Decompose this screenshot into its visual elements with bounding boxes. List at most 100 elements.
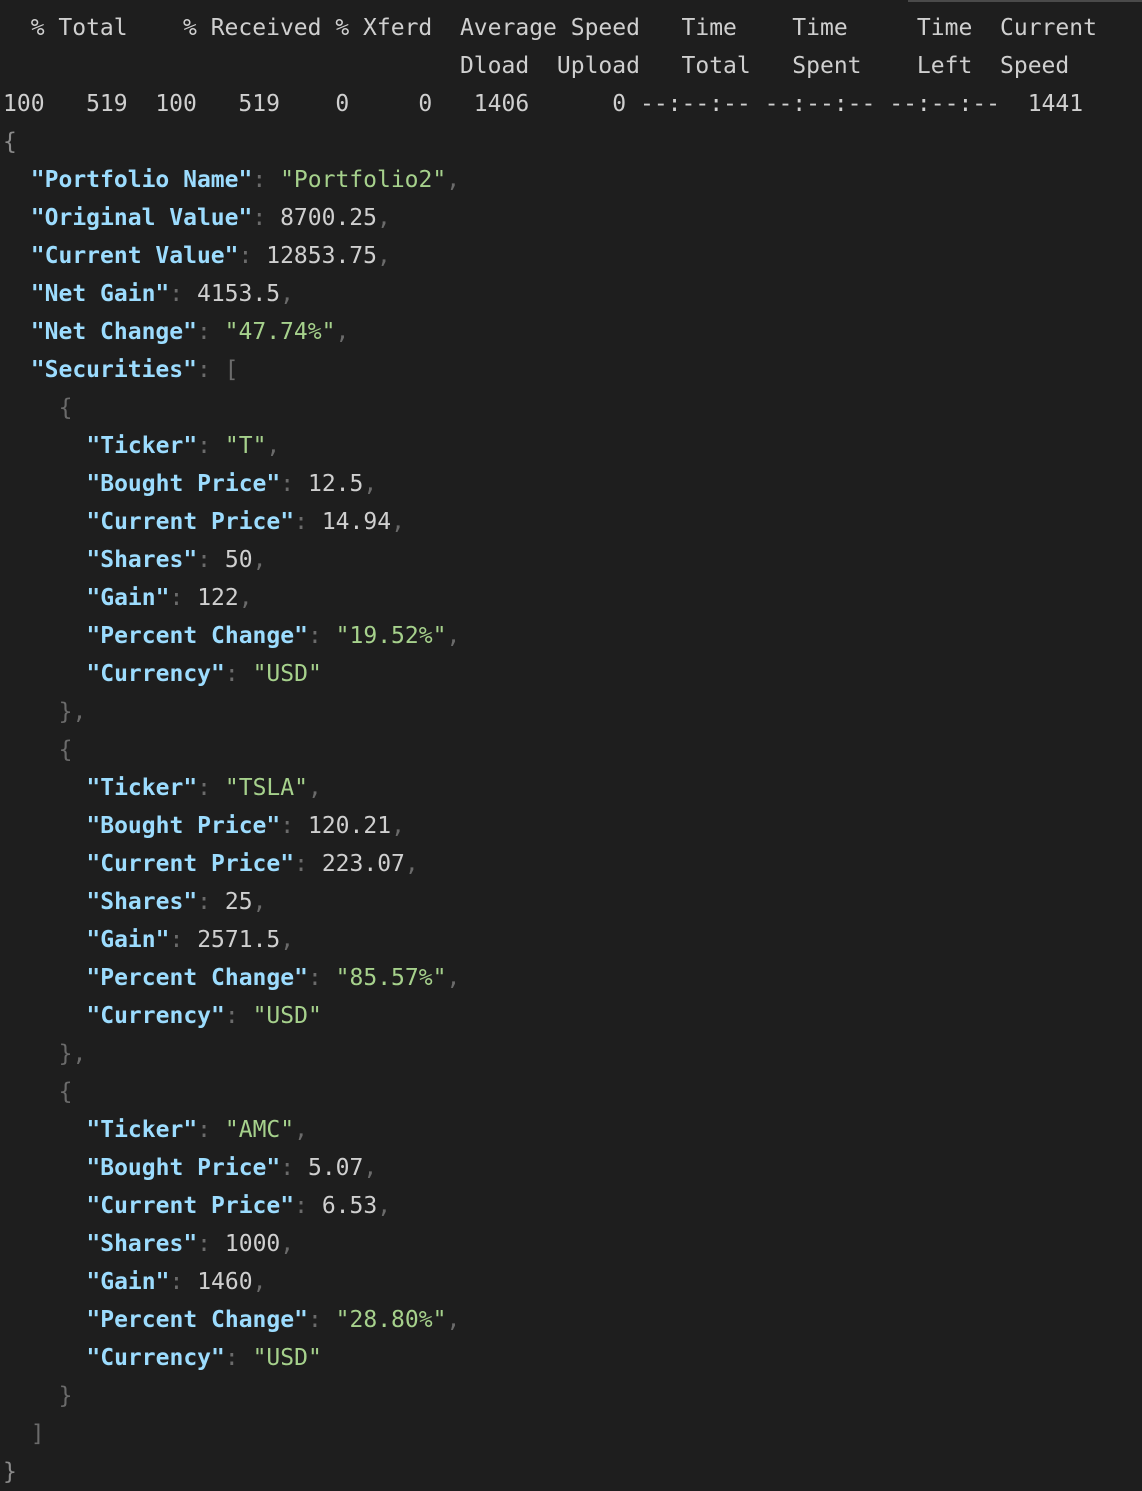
security-field-row: "Ticker": "TSLA", — [86, 769, 321, 807]
security-close-brace: } — [59, 1377, 73, 1415]
json-comma: , — [446, 167, 461, 193]
json-value: 6.53 — [321, 1193, 378, 1219]
json-colon: : — [197, 547, 225, 573]
json-value: "19.52%" — [335, 623, 447, 649]
json-value: "28.80%" — [335, 1307, 447, 1333]
security-field-row: "Current Price": 223.07, — [86, 845, 418, 883]
json-key: "Bought Price" — [86, 1155, 281, 1181]
bracket: [ — [224, 357, 239, 383]
brace: { — [58, 737, 73, 763]
security-open-brace: { — [59, 1073, 73, 1111]
json-comma: , — [377, 205, 391, 231]
json-colon: : — [307, 1307, 336, 1333]
security-field-row: "Currency": "USD" — [86, 1339, 321, 1377]
brace: }, — [58, 699, 87, 725]
security-field-row: "Current Price": 14.94, — [86, 503, 405, 541]
json-comma: , — [307, 775, 322, 801]
window-top-edge — [908, 0, 1142, 2]
json-value: 12853.75 — [266, 243, 377, 269]
json-colon: : — [197, 1117, 225, 1143]
json-comma: , — [280, 1231, 295, 1257]
security-field-row: "Shares": 25, — [86, 883, 266, 921]
security-field-row: "Gain": 2571.5, — [86, 921, 294, 959]
json-colon: : — [197, 775, 225, 801]
json-comma: , — [377, 243, 391, 269]
json-colon: : — [197, 889, 225, 915]
json-key: "Current Price" — [86, 1193, 295, 1219]
json-comma: , — [363, 1155, 378, 1181]
portfolio-field-row: "Original Value": 8700.25, — [31, 199, 391, 237]
json-colon: : — [294, 509, 322, 535]
json-value: "USD" — [252, 1345, 322, 1371]
security-field-row: "Bought Price": 120.21, — [86, 807, 405, 845]
security-field-row: "Percent Change": "85.57%", — [86, 959, 460, 997]
portfolio-field-row: "Current Value": 12853.75, — [31, 237, 391, 275]
json-key: "Original Value" — [30, 205, 253, 231]
securities-key-row: "Securities": [ — [31, 351, 239, 389]
json-comma: , — [335, 319, 350, 345]
brace: } — [58, 1383, 73, 1409]
json-value: 120.21 — [307, 813, 392, 839]
json-comma: , — [391, 509, 405, 535]
security-field-row: "Percent Change": "28.80%", — [86, 1301, 460, 1339]
json-key: "Shares" — [86, 547, 198, 573]
json-comma: , — [446, 965, 461, 991]
security-close-brace: }, — [59, 1035, 87, 1073]
bracket: ] — [30, 1421, 45, 1447]
json-value: "85.57%" — [335, 965, 447, 991]
json-colon: : — [252, 167, 281, 193]
json-colon: : — [196, 357, 225, 383]
json-value: "TSLA" — [224, 775, 308, 801]
json-value: 1000 — [224, 1231, 281, 1257]
brace: { — [58, 1079, 73, 1105]
json-value: "USD" — [252, 661, 322, 687]
json-value: "AMC" — [224, 1117, 295, 1143]
json-key: "Securities" — [30, 357, 197, 383]
json-key: "Portfolio Name" — [30, 167, 253, 193]
json-comma: , — [404, 851, 419, 877]
security-field-row: "Ticker": "T", — [86, 427, 280, 465]
json-value: 122 — [197, 585, 239, 611]
json-colon: : — [294, 1193, 322, 1219]
json-colon: : — [224, 1003, 253, 1029]
json-key: "Net Change" — [30, 319, 197, 345]
json-value: 50 — [224, 547, 253, 573]
security-field-row: "Bought Price": 5.07, — [86, 1149, 377, 1187]
json-value: 25 — [224, 889, 253, 915]
json-comma: , — [266, 433, 281, 459]
security-open-brace: { — [59, 389, 73, 427]
json-open-brace: { — [3, 123, 17, 161]
json-key: "Shares" — [86, 889, 198, 915]
json-value: 1460 — [197, 1269, 253, 1295]
json-colon: : — [197, 433, 225, 459]
json-comma: , — [280, 281, 294, 307]
json-key: "Ticker" — [86, 433, 198, 459]
json-close-brace: } — [3, 1453, 17, 1491]
json-key: "Gain" — [86, 1269, 170, 1295]
security-field-row: "Ticker": "AMC", — [86, 1111, 308, 1149]
json-key: "Percent Change" — [86, 965, 308, 991]
curl-progress-line: 100 519 100 519 0 0 1406 0 --:--:-- --:-… — [3, 91, 1084, 117]
json-colon: : — [169, 585, 198, 611]
curl-header-line-2: Dload Upload Total Spent Left Speed — [3, 53, 1070, 79]
json-key: "Currency" — [86, 1003, 225, 1029]
json-key: "Gain" — [86, 585, 170, 611]
json-value: 8700.25 — [280, 205, 377, 231]
security-field-row: "Currency": "USD" — [86, 655, 321, 693]
brace: } — [3, 1459, 17, 1485]
json-value: "T" — [224, 433, 267, 459]
json-value: 4153.5 — [196, 281, 281, 307]
json-key: "Currency" — [86, 1345, 225, 1371]
json-colon: : — [224, 1345, 253, 1371]
json-key: "Bought Price" — [86, 471, 281, 497]
json-key: "Gain" — [86, 927, 170, 953]
security-close-brace: }, — [59, 693, 87, 731]
json-comma: , — [294, 1117, 308, 1143]
json-key: "Ticker" — [86, 1117, 198, 1143]
json-colon: : — [280, 471, 308, 497]
json-colon: : — [238, 243, 267, 269]
json-colon: : — [224, 661, 253, 687]
json-comma: , — [252, 889, 267, 915]
security-field-row: "Shares": 1000, — [86, 1225, 294, 1263]
json-key: "Shares" — [86, 1231, 198, 1257]
